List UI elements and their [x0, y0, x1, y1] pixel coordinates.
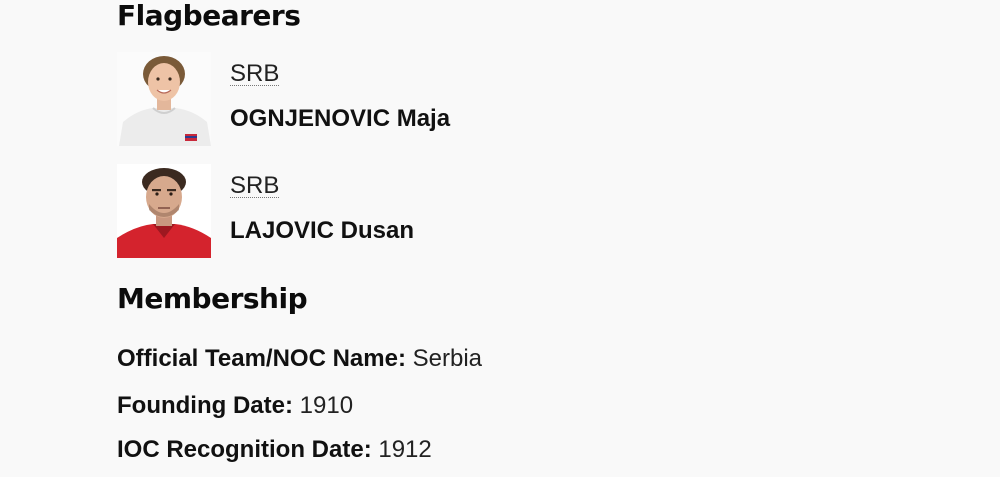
info-label: Official Team/NOC Name: [117, 345, 398, 372]
info-value: Serbia: [412, 345, 483, 372]
info-value: 1912: [378, 436, 432, 463]
info-label: Founding Date: [117, 392, 285, 419]
athlete-photo: [117, 52, 211, 146]
flagbearers-heading: Flagbearers: [117, 0, 301, 32]
athlete-photo: [117, 164, 211, 258]
membership-heading: Membership: [117, 282, 308, 315]
official-name-row: Official Team/NOC Name: Serbia: [117, 345, 483, 372]
athlete-noc: SRB: [230, 60, 280, 87]
info-label: IOC Recognition Date: [117, 436, 364, 463]
flagbearer-item[interactable]: SRB LAJOVIC Dusan: [117, 164, 617, 259]
ioc-recognition-date-row: IOC Recognition Date: 1912: [117, 436, 432, 463]
info-value: 1910: [299, 392, 354, 419]
founding-date-row: Founding Date: 1910: [117, 392, 354, 419]
athlete-name[interactable]: OGNJENOVIC Maja: [230, 105, 450, 134]
athlete-noc: SRB: [230, 172, 280, 199]
flagbearer-item[interactable]: SRB OGNJENOVIC Maja: [117, 52, 617, 147]
athlete-name[interactable]: LAJOVIC Dusan: [230, 217, 414, 246]
